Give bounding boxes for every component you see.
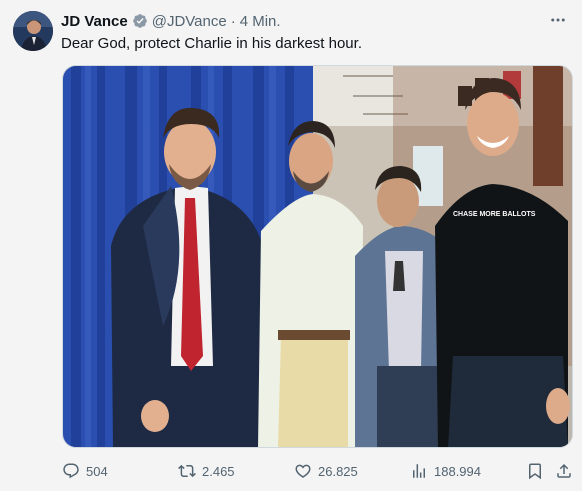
reply-icon [63, 463, 79, 479]
tweet-actions: 504 2.465 26.825 188.994 [62, 458, 573, 484]
avatar[interactable] [13, 11, 53, 51]
timestamp[interactable]: 4 Min. [240, 13, 281, 30]
reply-count: 504 [86, 463, 108, 479]
like-count: 26.825 [318, 463, 358, 479]
tweet: JD Vance @JDVance · 4 Min. Dear God, pro… [0, 0, 582, 491]
more-options-icon[interactable] [546, 10, 570, 30]
views-button[interactable]: 188.994 [410, 458, 481, 484]
verified-badge-icon [132, 13, 148, 29]
reply-button[interactable]: 504 [62, 458, 108, 484]
author-name[interactable]: JD Vance [61, 13, 128, 30]
bookmark-icon[interactable] [526, 462, 544, 480]
views-count: 188.994 [434, 463, 481, 479]
author-handle[interactable]: @JDVance [152, 13, 227, 30]
tweet-header: JD Vance @JDVance · 4 Min. [61, 11, 281, 31]
shirt-text: CHASE MORE BALLOTS [453, 211, 536, 218]
like-button[interactable]: 26.825 [294, 458, 358, 484]
tweet-text: Dear God, protect Charlie in his darkest… [61, 35, 362, 52]
tweet-photo[interactable]: CHASE MORE BALLOTS [62, 65, 573, 448]
separator-dot: · [230, 12, 236, 30]
heart-icon [295, 464, 311, 478]
repost-icon [178, 464, 196, 478]
photo-illustration: CHASE MORE BALLOTS [63, 66, 572, 447]
views-chart-icon [413, 464, 425, 478]
repost-button[interactable]: 2.465 [178, 458, 235, 484]
repost-count: 2.465 [202, 463, 235, 479]
share-icon[interactable] [555, 462, 573, 480]
